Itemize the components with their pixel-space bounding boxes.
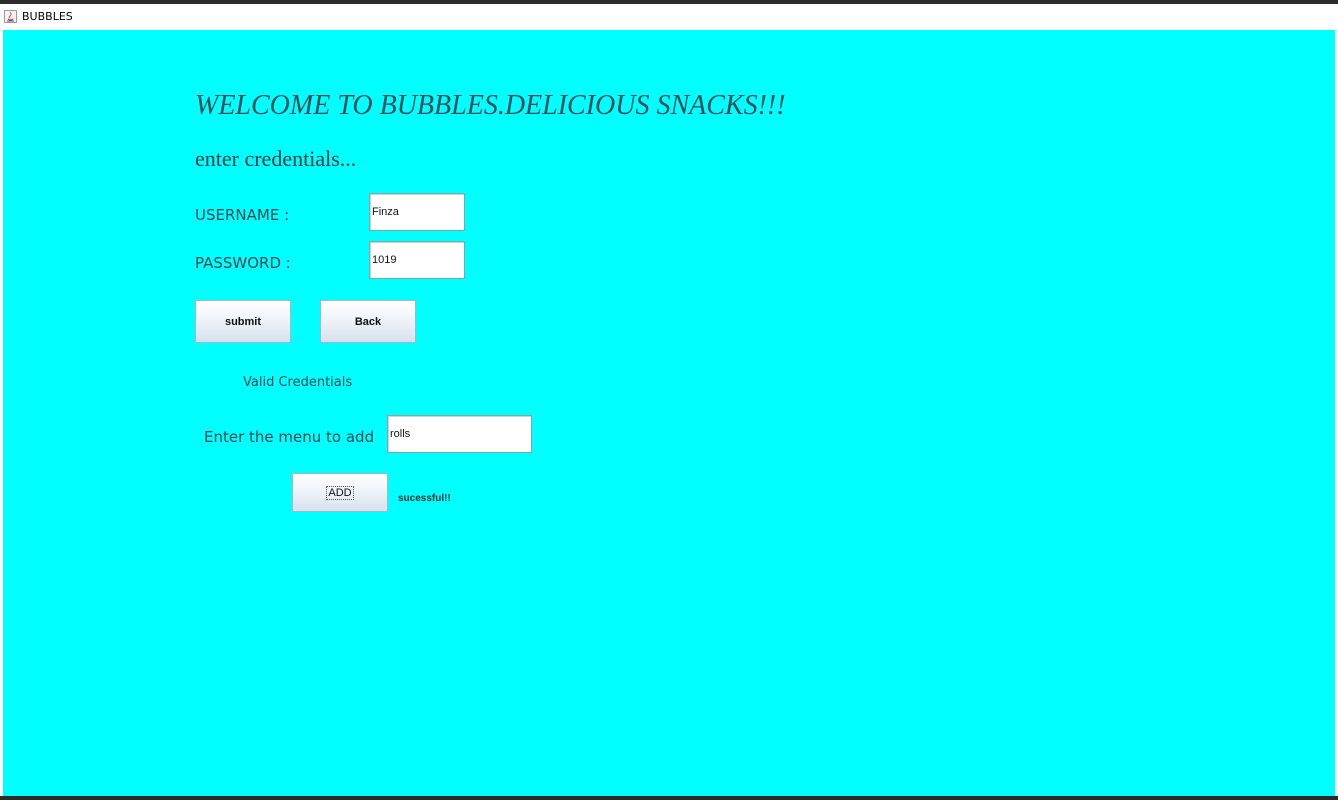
back-button[interactable]: Back bbox=[320, 300, 416, 343]
password-label: PASSWORD : bbox=[195, 254, 291, 272]
submit-button[interactable]: submit bbox=[195, 300, 291, 343]
validation-message: Valid Credentials bbox=[243, 375, 353, 390]
add-button[interactable]: ADD bbox=[292, 473, 388, 512]
app-window: BUBBLES WELCOME TO BUBBLES.DELICIOUS SNA… bbox=[0, 4, 1338, 796]
welcome-heading: WELCOME TO BUBBLES.DELICIOUS SNACKS!!! bbox=[195, 90, 786, 121]
window-title: BUBBLES bbox=[22, 10, 73, 23]
password-field[interactable] bbox=[369, 241, 465, 279]
menu-label: Enter the menu to add bbox=[204, 428, 375, 446]
username-label: USERNAME : bbox=[195, 206, 290, 224]
credentials-prompt: enter credentials... bbox=[195, 146, 357, 171]
username-field[interactable] bbox=[369, 193, 465, 231]
add-button-label: ADD bbox=[326, 485, 354, 500]
java-app-icon bbox=[4, 10, 17, 23]
title-bar: BUBBLES bbox=[0, 4, 1338, 31]
menu-field[interactable] bbox=[387, 415, 532, 453]
add-status-message: sucessful!! bbox=[398, 493, 451, 504]
screen-bottom-edge bbox=[0, 796, 1338, 800]
main-panel: WELCOME TO BUBBLES.DELICIOUS SNACKS!!! e… bbox=[3, 30, 1335, 796]
